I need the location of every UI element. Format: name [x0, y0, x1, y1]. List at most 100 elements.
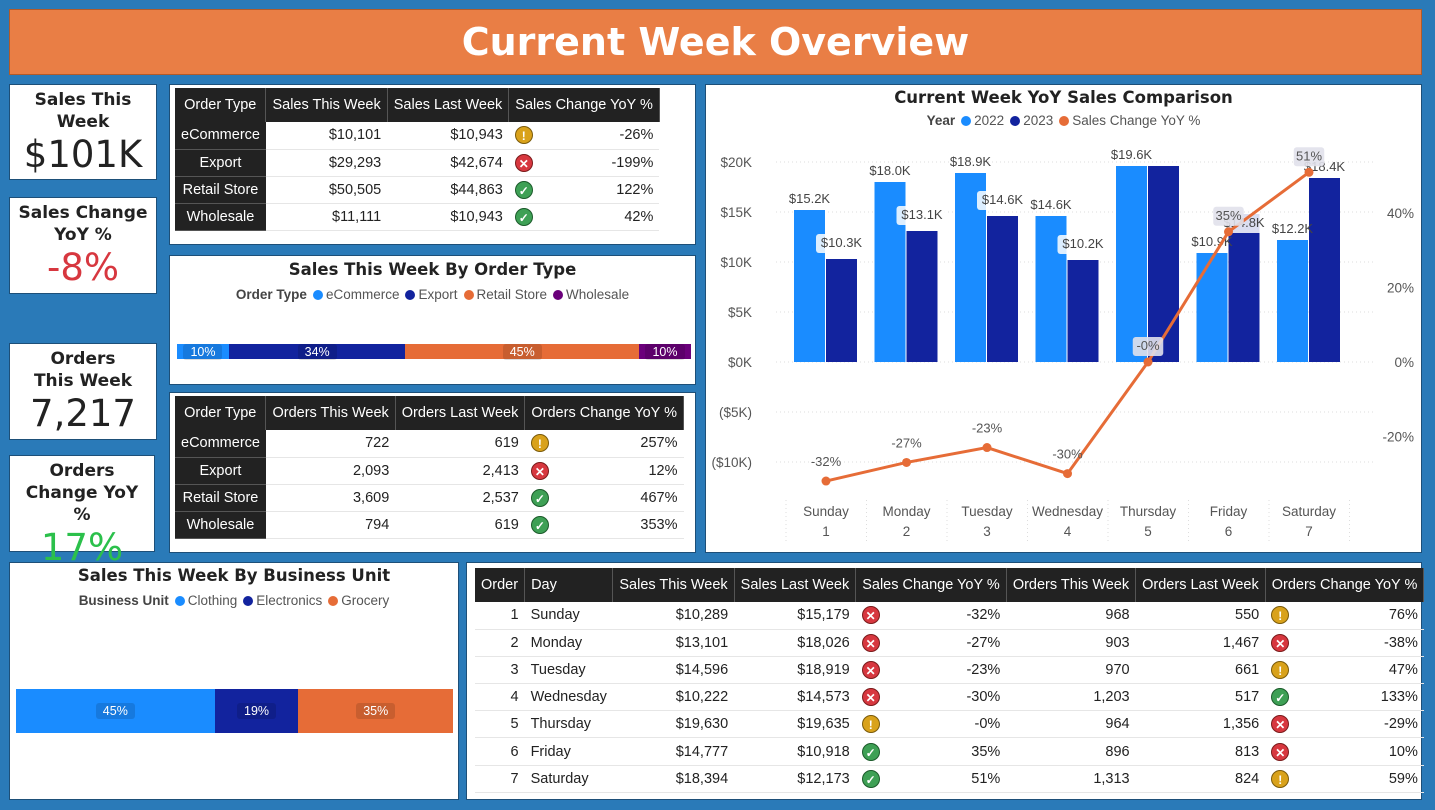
line-point[interactable]: [1063, 469, 1072, 479]
y-tick-label: $5K: [728, 305, 752, 320]
orders-last-week-cell: 824: [1135, 765, 1266, 793]
bar-2023[interactable]: [826, 259, 857, 362]
chart-canvas: $20K $15K $10K $5K $0K ($5K) ($10K) 40% 20% 0% -20…: [711, 147, 1414, 543]
sales-change-cell: 35%: [881, 737, 1007, 766]
legend-item[interactable]: Wholesale: [566, 287, 629, 302]
legend-item[interactable]: Export: [418, 287, 457, 302]
legend-item[interactable]: Sales Change YoY %: [1072, 113, 1200, 128]
bar-segment[interactable]: 10%: [177, 343, 229, 360]
bar-2022[interactable]: [1196, 253, 1228, 362]
this-week-cell: $11,111: [265, 203, 388, 231]
bar-2023[interactable]: [1067, 260, 1099, 362]
column-header[interactable]: Orders Change YoY %: [524, 396, 685, 430]
bar-segment[interactable]: 10%: [639, 343, 691, 360]
kpi-title: Sales This Week: [34, 90, 132, 132]
change-cell: 12%: [550, 457, 684, 485]
orders-last-week-cell: 550: [1135, 602, 1266, 630]
line-point[interactable]: [982, 443, 992, 453]
check-icon: ✓: [861, 769, 880, 788]
legend-item[interactable]: Grocery: [341, 593, 389, 608]
column-header[interactable]: Sales Last Week: [734, 568, 857, 602]
kpi-card-orders-change: Orders Change YoY % 17%: [9, 455, 155, 569]
sales-change-cell: -30%: [881, 683, 1007, 712]
column-header[interactable]: Sales Last Week: [387, 88, 510, 122]
orders-change-cell: 10%: [1291, 737, 1424, 766]
legend-marker: [328, 596, 339, 606]
orders-change-cell: 59%: [1291, 765, 1424, 793]
sales-change-cell: -0%: [881, 710, 1007, 739]
column-header[interactable]: Order: [475, 568, 526, 602]
kpi-card-sales-change: Sales Change YoY % -8%: [9, 197, 157, 294]
column-header[interactable]: Order Type: [175, 396, 267, 430]
status-cell: ✕: [855, 602, 882, 630]
sales-by-business-unit-chart: Sales This Week By Business Unit Busines…: [9, 562, 459, 800]
column-header[interactable]: Orders Change YoY %: [1265, 568, 1425, 602]
line-point[interactable]: [1143, 357, 1153, 367]
data-label: $15.2K: [789, 191, 831, 206]
bar-2022[interactable]: [1116, 166, 1147, 362]
order-type-cell: Export: [175, 149, 266, 177]
line-point[interactable]: [902, 457, 911, 467]
stacked-bar: 10% 34% 45% 10%: [177, 343, 691, 360]
bar-segment[interactable]: 34%: [228, 343, 406, 360]
orders-table-panel: Order Type Orders This Week Orders Last We…: [169, 392, 696, 553]
legend-item[interactable]: Electronics: [256, 593, 322, 608]
bar-2023[interactable]: [1309, 178, 1340, 362]
column-header[interactable]: Orders Last Week: [1135, 568, 1266, 602]
orders-this-week-cell: 903: [1006, 629, 1136, 657]
bar-2022[interactable]: [1277, 240, 1308, 362]
table-row: Wholesale $11,111 $10,943 ✓ 42%: [175, 203, 660, 231]
column-header[interactable]: Orders This Week: [1006, 568, 1137, 602]
column-header[interactable]: Orders Last Week: [395, 396, 526, 430]
kpi-card-orders: Orders This Week 7,217: [9, 343, 157, 440]
column-header[interactable]: Orders This Week: [265, 396, 396, 430]
x-icon: ✕: [861, 606, 880, 625]
check-icon: ✓: [530, 488, 549, 507]
bar-2023[interactable]: [1228, 214, 1260, 362]
sales-this-week-cell: $13,101: [612, 629, 735, 657]
bar-2022[interactable]: [794, 210, 825, 362]
day-cell: Wednesday: [524, 683, 613, 712]
table-row: Export $29,293 $42,674 ✕ -199%: [175, 149, 660, 177]
sales-by-order-type-chart: Sales This Week By Order Type Order Type…: [169, 255, 696, 385]
bar-segment[interactable]: 45%: [16, 689, 215, 733]
legend-item[interactable]: eCommerce: [326, 287, 400, 302]
legend-item[interactable]: 2022: [974, 113, 1004, 128]
legend-item[interactable]: Clothing: [188, 593, 238, 608]
bar-2023[interactable]: [1148, 166, 1179, 362]
status-cell: ✓: [855, 765, 882, 793]
column-header[interactable]: Sales This Week: [612, 568, 735, 602]
column-header[interactable]: Sales Change YoY %: [508, 88, 660, 122]
column-header[interactable]: Day: [524, 568, 614, 602]
y-tick-label: $20K: [720, 155, 752, 170]
this-week-cell: 722: [265, 430, 396, 458]
last-week-cell: $10,943: [387, 203, 509, 231]
bar-2023[interactable]: [987, 216, 1018, 362]
orders-change-cell: 47%: [1291, 656, 1424, 685]
legend-marker: [553, 290, 564, 300]
line-point[interactable]: [1304, 167, 1314, 177]
sales-last-week-cell: $10,918: [734, 737, 856, 766]
bar-segment[interactable]: 35%: [298, 689, 453, 733]
bar-segment[interactable]: 45%: [405, 343, 640, 360]
line-point[interactable]: [821, 476, 831, 486]
last-week-cell: $44,863: [387, 176, 509, 204]
legend-item[interactable]: 2023: [1023, 113, 1053, 128]
legend-item[interactable]: Retail Store: [477, 287, 548, 302]
table-row: Retail Store 3,609 2,537 ✓ 467%: [175, 484, 684, 512]
y2-tick-label: 0%: [1394, 355, 1414, 370]
data-label: $18.0K: [869, 163, 911, 178]
status-cell: ✕: [1265, 629, 1292, 657]
table-row: Wholesale 794 619 ✓ 353%: [175, 511, 684, 539]
sales-this-week-cell: $10,289: [612, 602, 735, 630]
table-row: 3 Tuesday $14,596 $18,919 ✕ -23% 970 661! 47%: [475, 656, 1424, 685]
order-cell: 6: [475, 737, 525, 766]
y-tick-label: $15K: [720, 205, 752, 220]
orders-change-cell: 76%: [1291, 602, 1424, 630]
bar-segment[interactable]: 19%: [214, 689, 299, 733]
line-point[interactable]: [1224, 227, 1233, 237]
column-header[interactable]: Order Type: [175, 88, 267, 122]
column-header[interactable]: Sales Change YoY %: [855, 568, 1007, 602]
column-header[interactable]: Sales This Week: [265, 88, 388, 122]
bar-2023[interactable]: [906, 231, 938, 362]
